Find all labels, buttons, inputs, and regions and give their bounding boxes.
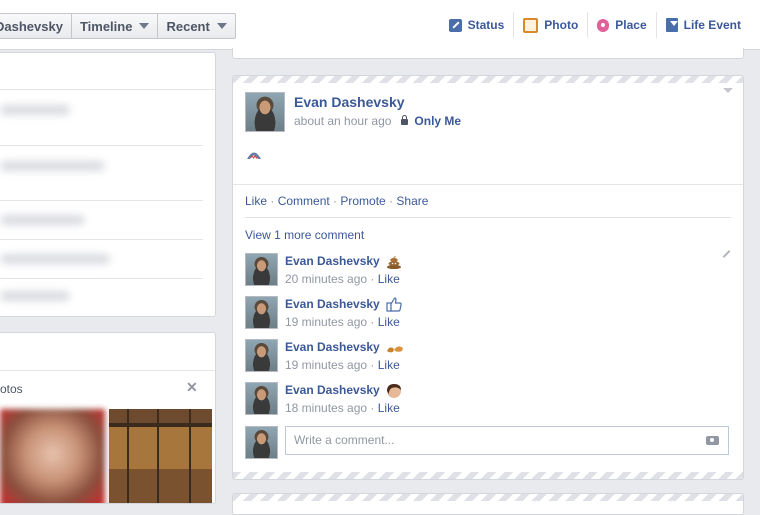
recent-dropdown-label: Recent: [166, 18, 210, 34]
comment-item: Evan Dashevsky 20 minutes ago · Like: [245, 250, 731, 289]
comment-item: Evan Dashevsky 18 minutes ago · Like: [245, 382, 731, 418]
close-icon[interactable]: ✕: [186, 379, 198, 396]
comment-meta: 18 minutes ago · Like: [285, 401, 400, 415]
avatar[interactable]: [245, 296, 278, 329]
comment-author-row: Evan Dashevsky: [285, 297, 402, 312]
comment-timestamp[interactable]: 19 minutes ago: [285, 315, 367, 329]
comment-timestamp[interactable]: 19 minutes ago: [285, 358, 367, 372]
lock-icon: [401, 115, 409, 125]
like-link[interactable]: Like: [245, 194, 267, 208]
place-button[interactable]: Place: [587, 12, 655, 38]
blurred-text: [0, 215, 85, 225]
breadcrumb-profile-label: Dashevsky: [0, 18, 63, 34]
divider: [233, 184, 743, 185]
photo-label: Photo: [544, 18, 579, 32]
life-event-button[interactable]: Life Event: [655, 12, 750, 38]
view-more-comments-link[interactable]: View 1 more comment: [245, 228, 364, 242]
comment-meta: 19 minutes ago · Like: [285, 315, 400, 329]
share-link[interactable]: Share: [396, 194, 428, 208]
photo-icon: [523, 17, 539, 33]
comment-like-link[interactable]: Like: [378, 358, 400, 372]
promote-link[interactable]: Promote: [340, 194, 385, 208]
about-card: [0, 52, 216, 317]
avatar[interactable]: [245, 382, 278, 415]
comment-composer[interactable]: [285, 426, 729, 455]
thumbs-up-emoji-icon: [386, 297, 402, 312]
camera-icon[interactable]: [706, 436, 719, 445]
story-top-border: [233, 76, 743, 83]
comment-author[interactable]: Evan Dashevsky: [285, 340, 380, 354]
breadcrumb: Dashevsky Timeline Recent: [0, 13, 236, 39]
previous-story-card: [232, 48, 744, 59]
place-label: Place: [615, 18, 647, 32]
photos-card: otos ✕: [0, 332, 216, 504]
blurred-text: [0, 105, 70, 115]
avatar: [245, 426, 278, 459]
photos-title: otos: [0, 382, 23, 396]
comment-like-link[interactable]: Like: [378, 401, 400, 415]
comment-author[interactable]: Evan Dashevsky: [285, 383, 380, 397]
poop-emoji-icon: [387, 256, 402, 269]
divider: [0, 239, 203, 240]
life-event-label: Life Event: [683, 18, 741, 32]
comment-like-link[interactable]: Like: [378, 315, 400, 329]
timeline-dropdown[interactable]: Timeline: [72, 14, 159, 38]
divider: [245, 217, 731, 218]
avatar[interactable]: [245, 253, 278, 286]
timeline-story: Evan Dashevsky about an hour ago Only Me…: [232, 75, 744, 480]
privacy-selector[interactable]: Only Me: [414, 114, 461, 128]
composer-actions: Status Photo Place Life Event: [440, 12, 750, 38]
chevron-down-icon: [139, 23, 150, 29]
next-story-card: [232, 493, 744, 515]
comment-author-row: Evan Dashevsky: [285, 254, 402, 269]
timeline-dropdown-label: Timeline: [79, 18, 133, 34]
map-pin-icon: [597, 18, 610, 32]
post-author[interactable]: Evan Dashevsky: [294, 94, 405, 110]
comment-author[interactable]: Evan Dashevsky: [285, 297, 380, 311]
pencil-square-icon: [448, 18, 462, 32]
comment-author[interactable]: Evan Dashevsky: [285, 254, 380, 268]
flag-icon: [665, 18, 678, 32]
edit-pencil-icon[interactable]: [722, 250, 731, 258]
photos-card-header: [0, 333, 215, 371]
comment-timestamp[interactable]: 20 minutes ago: [285, 272, 367, 286]
story-bottom-border: [233, 472, 743, 479]
blurred-text: [0, 254, 110, 264]
avatar[interactable]: [245, 339, 278, 372]
status-button[interactable]: Status: [440, 12, 514, 38]
status-label: Status: [467, 18, 505, 32]
timeline-header: Dashevsky Timeline Recent Status Photo P…: [0, 0, 760, 50]
comment-like-link[interactable]: Like: [378, 272, 400, 286]
comment-link[interactable]: Comment: [278, 194, 330, 208]
divider: [0, 200, 203, 201]
post-meta: about an hour ago Only Me: [294, 114, 461, 128]
comment-author-row: Evan Dashevsky: [285, 340, 404, 354]
photo-thumbnail[interactable]: [109, 409, 212, 503]
avatar[interactable]: [245, 92, 285, 132]
divider: [0, 145, 203, 146]
chevron-down-icon: [216, 23, 227, 29]
breadcrumb-profile-name[interactable]: Dashevsky: [0, 14, 72, 38]
photo-button[interactable]: Photo: [513, 12, 587, 38]
comment-item: Evan Dashevsky 19 minutes ago · Like: [245, 296, 731, 332]
comment-meta: 20 minutes ago · Like: [285, 272, 400, 286]
photo-thumbnail[interactable]: [0, 409, 105, 503]
blurred-text: [0, 161, 105, 171]
face-emoji-icon: [387, 384, 402, 398]
post-timestamp[interactable]: about an hour ago: [294, 114, 391, 128]
comment-item: Evan Dashevsky 19 minutes ago · Like: [245, 339, 731, 375]
comment-timestamp[interactable]: 18 minutes ago: [285, 401, 367, 415]
blurred-text: [0, 291, 70, 301]
divider: [0, 278, 203, 279]
comment-meta: 19 minutes ago · Like: [285, 358, 400, 372]
shark-emoji-icon: [247, 152, 261, 159]
comment-author-row: Evan Dashevsky: [285, 383, 402, 399]
story-actions: Like · Comment · Promote · Share: [245, 194, 429, 208]
chevron-down-icon[interactable]: [723, 88, 733, 93]
recent-dropdown[interactable]: Recent: [158, 14, 234, 38]
comment-input[interactable]: [286, 427, 682, 453]
about-card-header: [0, 53, 215, 90]
sandals-emoji-icon: [387, 346, 404, 353]
